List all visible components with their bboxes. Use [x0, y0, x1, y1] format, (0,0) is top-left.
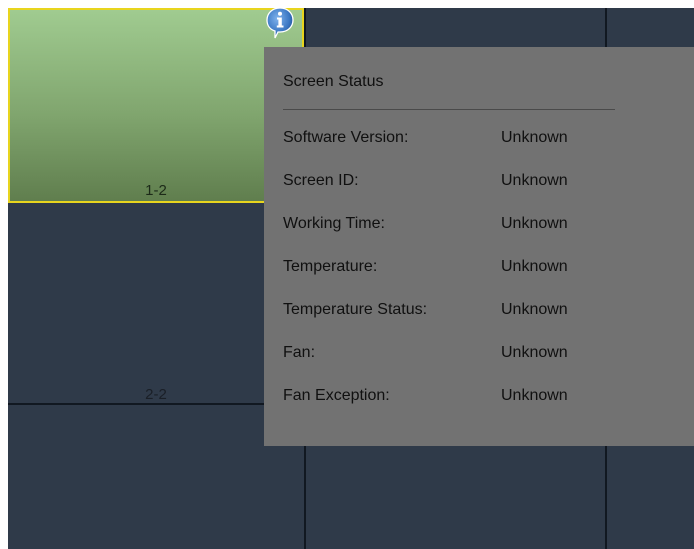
- screen-cell-1-4[interactable]: [607, 8, 694, 48]
- cell-label: 1-2: [145, 182, 167, 199]
- status-value: Unknown: [501, 258, 568, 275]
- status-label: Temperature:: [283, 258, 378, 275]
- screen-cell-1-3[interactable]: [306, 8, 605, 48]
- status-label: Fan Exception:: [283, 387, 390, 404]
- status-value: Unknown: [501, 172, 568, 189]
- status-value: Unknown: [501, 129, 568, 146]
- status-label: Temperature Status:: [283, 301, 428, 318]
- status-value: Unknown: [501, 215, 568, 232]
- info-icon[interactable]: [265, 6, 295, 40]
- status-value: Unknown: [501, 301, 568, 318]
- screen-status-popup: Screen Status Software Version: Unknown …: [264, 47, 694, 446]
- status-value: Unknown: [501, 344, 568, 361]
- screen-cell-1-2[interactable]: 1-2: [8, 8, 304, 203]
- popup-title: Screen Status: [283, 73, 384, 90]
- popup-divider: [283, 109, 615, 110]
- status-label: Screen ID:: [283, 172, 359, 189]
- status-label: Fan:: [283, 344, 316, 361]
- screen-cell-3-2[interactable]: [8, 405, 304, 549]
- status-label: Software Version:: [283, 129, 409, 146]
- status-value: Unknown: [501, 387, 568, 404]
- status-label: Working Time:: [283, 215, 385, 232]
- screen-cell-2-2[interactable]: [8, 205, 304, 403]
